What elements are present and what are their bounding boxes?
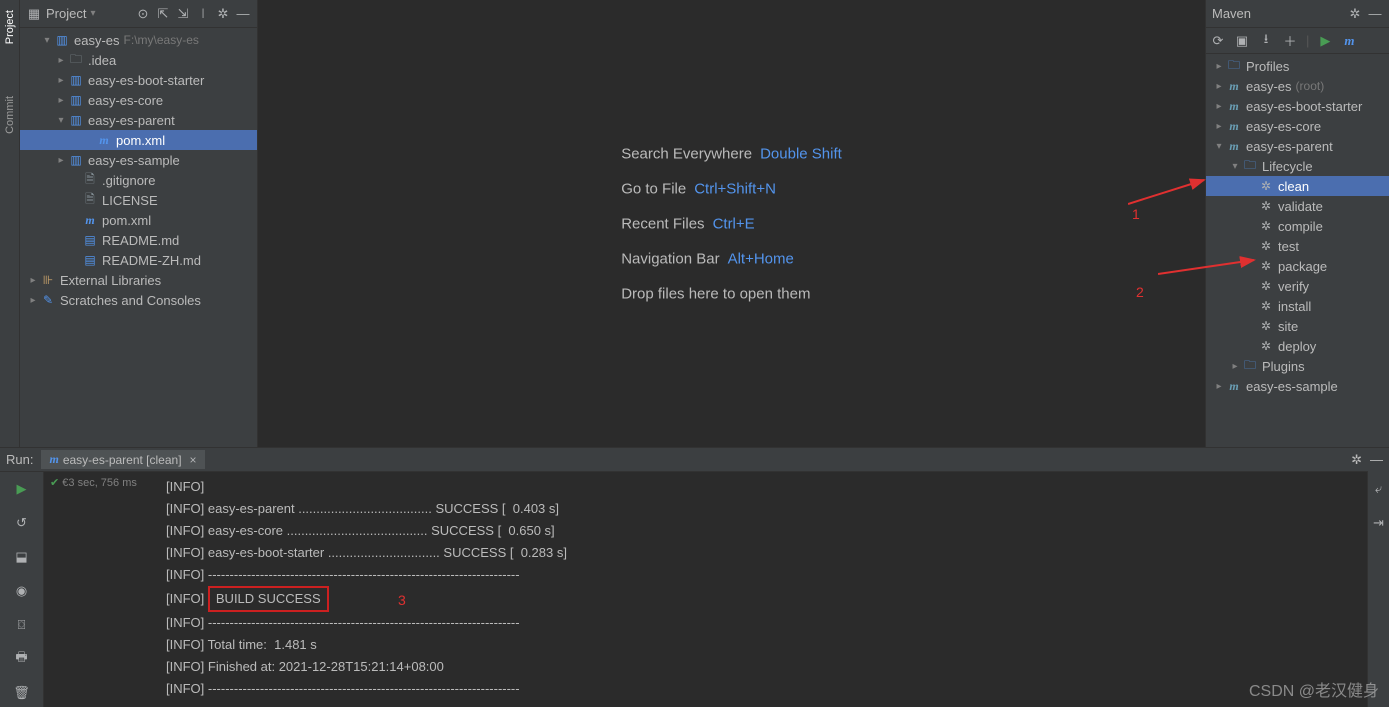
maven-item-easy-es-parent[interactable]: ▾measy-es-parent (1206, 136, 1389, 156)
maven-item-validate[interactable]: ✲validate (1206, 196, 1389, 216)
maven-item-profiles[interactable]: ▸🗀Profiles (1206, 56, 1389, 76)
editor-area: Search Everywhere Double Shift Go to File… (258, 0, 1205, 447)
generate-sources-icon[interactable]: ▣ (1234, 33, 1250, 49)
project-panel-header: ▦ Project ▾ ⊙ ⇱ ⇲ | ✲ — (20, 0, 257, 28)
maven-item-install[interactable]: ✲install (1206, 296, 1389, 316)
soft-wrap-icon[interactable]: ⤶ (1375, 481, 1382, 497)
console-line: [INFO] BUILD SUCCESS (166, 586, 1389, 612)
divider-icon: | (195, 6, 211, 22)
maven-item-clean[interactable]: ✲clean (1206, 176, 1389, 196)
show-icon[interactable]: ◉ (16, 582, 27, 600)
trash-icon[interactable]: 🗑 (13, 684, 30, 702)
project-tree[interactable]: ▾▥easy-esF:\my\easy-es▸🗀.idea▸▥easy-es-b… (20, 28, 257, 447)
maven-item-verify[interactable]: ✲verify (1206, 276, 1389, 296)
project-item-easy-es-sample[interactable]: ▸▥easy-es-sample (20, 150, 257, 170)
maven-panel-header: Maven ✲ — (1206, 0, 1389, 28)
project-item-scratches-and-consoles[interactable]: ▸✎Scratches and Consoles (20, 290, 257, 310)
project-item-license[interactable]: 🗎LICENSE (20, 190, 257, 210)
project-item-easy-es-core[interactable]: ▸▥easy-es-core (20, 90, 257, 110)
project-item-readme-zh-md[interactable]: ▤README-ZH.md (20, 250, 257, 270)
maven-toolbar: ⟳ ▣ ⭳ ＋ | ▶ m (1206, 28, 1389, 54)
watermark: CSDN @老汉健身 (1249, 677, 1379, 701)
maven-item-easy-es-sample[interactable]: ▸measy-es-sample (1206, 376, 1389, 396)
stop-icon[interactable]: ↺ (16, 514, 27, 532)
project-item-external-libraries[interactable]: ▸⊪External Libraries (20, 270, 257, 290)
maven-item-easy-es-boot-starter[interactable]: ▸measy-es-boot-starter (1206, 96, 1389, 116)
maven-item-test[interactable]: ✲test (1206, 236, 1389, 256)
run-panel-header: Run: m easy-es-parent [clean] × ✲ — (0, 448, 1389, 472)
reload-icon[interactable]: ⟳ (1210, 33, 1226, 49)
pause-icon[interactable]: ⬓ (15, 548, 27, 566)
select-opened-file-icon[interactable]: ⊙ (135, 6, 151, 22)
run-tab[interactable]: m easy-es-parent [clean] × (41, 450, 204, 469)
project-item-easy-es-boot-starter[interactable]: ▸▥easy-es-boot-starter (20, 70, 257, 90)
run-hide-icon[interactable]: — (1370, 452, 1383, 467)
project-item-easy-es-parent[interactable]: ▾▥easy-es-parent (20, 110, 257, 130)
camera-icon[interactable]: ⌼ (18, 616, 26, 634)
project-item--gitignore[interactable]: 🗎.gitignore (20, 170, 257, 190)
project-item-readme-md[interactable]: ▤README.md (20, 230, 257, 250)
run-settings-icon[interactable]: ✲ (1351, 452, 1362, 468)
run-status: ✔ €3 sec, 756 ms (44, 472, 160, 707)
console-line: [INFO] easy-es-core ....................… (166, 520, 1389, 542)
run-maven-icon[interactable]: ▶ (1317, 33, 1333, 49)
project-item--idea[interactable]: ▸🗀.idea (20, 50, 257, 70)
console-line: [INFO] ---------------------------------… (166, 564, 1389, 586)
tab-commit-vertical[interactable]: Commit (2, 90, 18, 140)
welcome-row: Go to File Ctrl+Shift+N (621, 180, 842, 197)
maven-tree[interactable]: ▸🗀Profiles▸measy-es (root)▸measy-es-boot… (1206, 54, 1389, 447)
console-line: [INFO] (166, 476, 1389, 498)
run-console[interactable]: [INFO][INFO] easy-es-parent ............… (160, 472, 1389, 707)
project-item-easy-es[interactable]: ▾▥easy-esF:\my\easy-es (20, 30, 257, 50)
console-line: [INFO] Finished at: 2021-12-28T15:21:14+… (166, 656, 1389, 678)
console-line: [INFO] Total time: 1.481 s (166, 634, 1389, 656)
console-line: [INFO] ---------------------------------… (166, 612, 1389, 634)
maven-item-plugins[interactable]: ▸🗀Plugins (1206, 356, 1389, 376)
maven-item-deploy[interactable]: ✲deploy (1206, 336, 1389, 356)
console-line: [INFO] easy-es-parent ..................… (166, 498, 1389, 520)
checkmark-icon: ✔ (50, 477, 59, 489)
run-label: Run: (6, 452, 33, 467)
left-tool-stripe: Project Commit (0, 0, 20, 447)
maven-m-icon[interactable]: m (1341, 33, 1357, 49)
console-line: [INFO] easy-es-boot-starter ............… (166, 542, 1389, 564)
close-tab-icon[interactable]: × (190, 453, 197, 467)
collapse-all-icon[interactable]: ⇲ (175, 6, 191, 22)
maven-item-package[interactable]: ✲package (1206, 256, 1389, 276)
run-right-gutter: ⤶ ⇥ (1367, 471, 1389, 707)
maven-item-compile[interactable]: ✲compile (1206, 216, 1389, 236)
project-panel: ▦ Project ▾ ⊙ ⇱ ⇲ | ✲ — ▾▥easy-esF:\my\e… (20, 0, 258, 447)
maven-item-site[interactable]: ✲site (1206, 316, 1389, 336)
settings-icon[interactable]: ✲ (215, 6, 231, 22)
console-line: [INFO] ---------------------------------… (166, 678, 1389, 700)
welcome-screen: Search Everywhere Double Shift Go to File… (621, 145, 842, 302)
download-sources-icon[interactable]: ⭳ (1258, 33, 1274, 49)
project-item-pom-xml[interactable]: mpom.xml (20, 210, 257, 230)
print-icon[interactable]: 🖶 (15, 650, 27, 668)
project-item-pom-xml[interactable]: mpom.xml (20, 130, 257, 150)
maven-panel-title: Maven (1212, 6, 1251, 21)
project-view-icon: ▦ (26, 6, 42, 22)
run-panel: Run: m easy-es-parent [clean] × ✲ — ▶ ↺ … (0, 447, 1389, 707)
maven-item-easy-es[interactable]: ▸measy-es (root) (1206, 76, 1389, 96)
expand-all-icon[interactable]: ⇱ (155, 6, 171, 22)
maven-hide-icon[interactable]: — (1367, 6, 1383, 22)
hide-panel-icon[interactable]: — (235, 6, 251, 22)
welcome-row: Search Everywhere Double Shift (621, 145, 842, 162)
maven-item-lifecycle[interactable]: ▾🗀Lifecycle (1206, 156, 1389, 176)
run-gutter: ▶ ↺ ⬓ ◉ ⌼ 🖶 🗑 (0, 472, 44, 707)
maven-item-easy-es-core[interactable]: ▸measy-es-core (1206, 116, 1389, 136)
maven-settings-icon[interactable]: ✲ (1347, 6, 1363, 22)
rerun-icon[interactable]: ▶ (17, 480, 27, 498)
tab-project-vertical[interactable]: Project (2, 4, 18, 50)
scroll-to-end-icon[interactable]: ⇥ (1373, 515, 1384, 531)
add-maven-project-icon[interactable]: ＋ (1282, 33, 1298, 49)
maven-panel: Maven ✲ — ⟳ ▣ ⭳ ＋ | ▶ m ▸🗀Profiles▸measy… (1205, 0, 1389, 447)
welcome-row: Recent Files Ctrl+E (621, 215, 842, 232)
project-panel-title[interactable]: Project ▾ (46, 6, 96, 21)
maven-icon: m (49, 452, 58, 467)
welcome-row: Navigation Bar Alt+Home (621, 250, 842, 267)
welcome-row: Drop files here to open them (621, 285, 842, 302)
